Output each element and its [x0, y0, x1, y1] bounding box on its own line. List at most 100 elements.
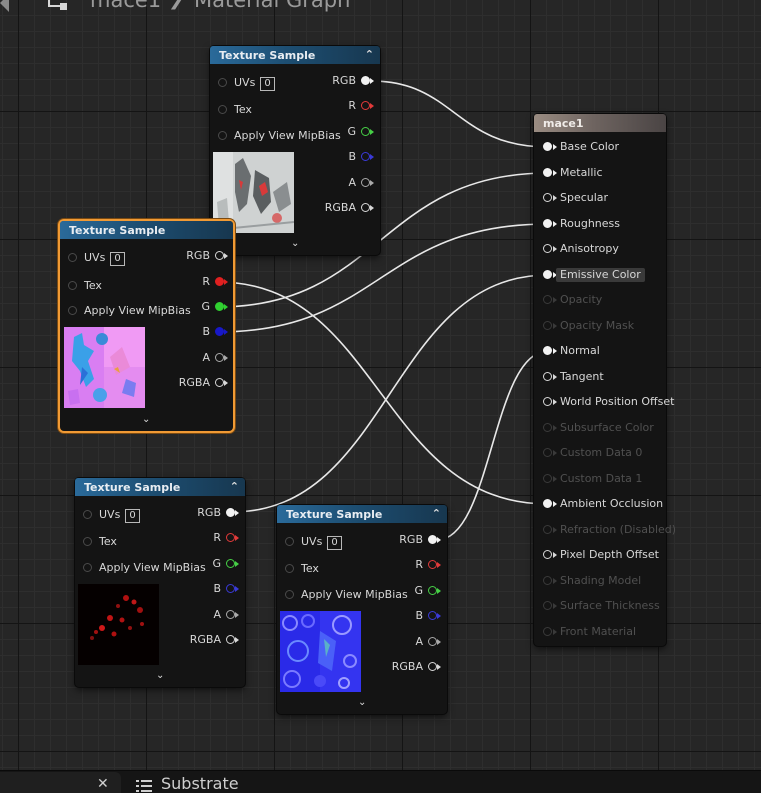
pin-dot-icon[interactable]	[68, 281, 77, 290]
input-pin-dot-icon[interactable]	[543, 397, 552, 406]
pin-dot-icon[interactable]	[83, 510, 92, 519]
input-pin-dot-icon[interactable]	[543, 142, 552, 151]
g-output-pin[interactable]: G	[379, 584, 441, 598]
back-arrow-icon[interactable]	[0, 0, 9, 12]
chevron-down-icon[interactable]: ⌄	[142, 414, 150, 425]
pin-dot-icon[interactable]	[226, 508, 235, 517]
node-header[interactable]: Texture Sample ⌃	[210, 46, 380, 64]
pin-dot-icon[interactable]	[215, 277, 224, 286]
b-output-pin[interactable]: B	[312, 150, 374, 164]
b-output-pin[interactable]: B	[379, 609, 441, 623]
rgb-output-pin[interactable]: RGB	[166, 249, 228, 263]
input-pin-dot-icon[interactable]	[543, 269, 552, 279]
pin-dot-icon[interactable]	[361, 152, 370, 161]
pin-dot-icon[interactable]	[226, 559, 235, 568]
chevron-up-icon[interactable]: ⌃	[230, 480, 239, 493]
pin-dot-icon[interactable]	[226, 610, 235, 619]
pin-dot-icon[interactable]	[218, 105, 227, 114]
pin-dot-icon[interactable]	[83, 563, 92, 572]
rgb-output-pin[interactable]: RGB	[177, 506, 239, 520]
g-output-pin[interactable]: G	[312, 125, 374, 139]
r-output-pin[interactable]: R	[177, 531, 239, 545]
pin-dot-icon[interactable]	[226, 584, 235, 593]
pin-dot-icon[interactable]	[83, 537, 92, 546]
node-header[interactable]: Texture Sample	[60, 221, 233, 239]
breadcrumb-graph[interactable]: Material Graph	[194, 0, 350, 12]
uvs-value-field[interactable]: 0	[260, 77, 275, 91]
texture-sample-node[interactable]: Texture Sample UVs 0 Tex Apply View MipBi…	[60, 221, 233, 431]
r-output-pin[interactable]: R	[379, 558, 441, 572]
g-output-pin[interactable]: G	[177, 557, 239, 571]
tab-substrate[interactable]: Substrate	[161, 774, 239, 793]
close-icon[interactable]: ✕	[97, 776, 109, 792]
uvs-value-field[interactable]: 0	[125, 509, 140, 523]
pin-dot-icon[interactable]	[361, 203, 370, 212]
pin-dot-icon[interactable]	[285, 564, 294, 573]
breadcrumb-asset[interactable]: mace1	[90, 0, 161, 12]
pin-dot-icon[interactable]	[428, 637, 437, 646]
chevron-down-icon[interactable]: ⌄	[156, 670, 164, 681]
r-output-pin[interactable]: R	[312, 99, 374, 113]
texture-sample-node[interactable]: Texture Sample ⌃ UVs 0 Tex Apply View MipB…	[210, 46, 380, 255]
pin-dot-icon[interactable]	[218, 78, 227, 87]
pin-dot-icon[interactable]	[215, 251, 224, 260]
rgb-output-pin[interactable]: RGB	[312, 74, 374, 88]
pin-arrow-icon	[437, 639, 441, 645]
rgba-output-pin[interactable]: RGBA	[312, 201, 374, 215]
pin-dot-icon[interactable]	[361, 178, 370, 187]
pin-dot-icon[interactable]	[285, 537, 294, 546]
material-result-node[interactable]: mace1 Base Color Metallic Specular Roughnes…	[534, 114, 676, 646]
blue-normal-map-texture	[280, 611, 361, 692]
input-pin-dot-icon[interactable]	[543, 193, 552, 202]
pin-dot-icon[interactable]	[361, 101, 370, 110]
node-header[interactable]: Texture Sample ⌃	[277, 505, 447, 523]
input-pin-dot-icon[interactable]	[543, 550, 552, 559]
texture-sample-node[interactable]: Texture Sample ⌃ UVs 0 Tex Apply View MipB…	[75, 478, 245, 687]
b-output-pin[interactable]: B	[177, 582, 239, 596]
input-pin-dot-icon[interactable]	[543, 244, 552, 253]
rgb-output-pin[interactable]: RGB	[379, 533, 441, 547]
pin-dot-icon[interactable]	[361, 127, 370, 136]
uvs-value-field[interactable]: 0	[110, 252, 125, 266]
pin-dot-icon[interactable]	[215, 378, 224, 387]
chevron-down-icon[interactable]: ⌄	[358, 697, 366, 708]
uvs-value-field[interactable]: 0	[327, 536, 342, 550]
pin-dot-icon[interactable]	[215, 327, 224, 336]
rgba-output-pin[interactable]: RGBA	[379, 660, 441, 674]
b-output-pin[interactable]: B	[166, 325, 228, 339]
pin-dot-icon[interactable]	[428, 560, 437, 569]
node-header[interactable]: mace1	[534, 114, 666, 132]
texture-sample-node[interactable]: Texture Sample ⌃ UVs 0 Tex Apply View MipB…	[277, 505, 447, 714]
rgba-output-pin[interactable]: RGBA	[177, 633, 239, 647]
pin-dot-icon[interactable]	[361, 76, 370, 85]
chevron-up-icon[interactable]: ⌃	[432, 507, 441, 520]
pin-dot-icon[interactable]	[428, 586, 437, 595]
pin-dot-icon[interactable]	[215, 353, 224, 362]
node-header[interactable]: Texture Sample ⌃	[75, 478, 245, 496]
pin-dot-icon[interactable]	[428, 662, 437, 671]
pin-dot-icon[interactable]	[226, 635, 235, 644]
input-pin-dot-icon[interactable]	[543, 371, 552, 381]
pin-dot-icon[interactable]	[285, 590, 294, 599]
a-output-pin[interactable]: A	[177, 608, 239, 622]
g-output-pin[interactable]: G	[166, 300, 228, 314]
chevron-down-icon[interactable]: ⌄	[291, 238, 299, 249]
pin-dot-icon[interactable]	[428, 535, 437, 544]
input-pin-dot-icon[interactable]	[543, 218, 552, 228]
r-output-pin[interactable]: R	[166, 275, 228, 289]
a-output-pin[interactable]: A	[312, 176, 374, 190]
pin-dot-icon[interactable]	[428, 611, 437, 620]
a-output-pin[interactable]: A	[379, 635, 441, 649]
input-pin-dot-icon	[543, 473, 552, 483]
a-output-pin[interactable]: A	[166, 351, 228, 365]
pin-dot-icon[interactable]	[226, 533, 235, 542]
pin-dot-icon[interactable]	[68, 306, 77, 315]
input-pin-dot-icon[interactable]	[543, 499, 552, 508]
rgba-output-pin[interactable]: RGBA	[166, 376, 228, 390]
input-pin-dot-icon[interactable]	[543, 346, 552, 355]
pin-dot-icon[interactable]	[68, 253, 77, 262]
chevron-up-icon[interactable]: ⌃	[365, 48, 374, 61]
pin-dot-icon[interactable]	[215, 302, 224, 311]
input-pin-dot-icon[interactable]	[543, 167, 552, 177]
pin-dot-icon[interactable]	[218, 131, 227, 140]
